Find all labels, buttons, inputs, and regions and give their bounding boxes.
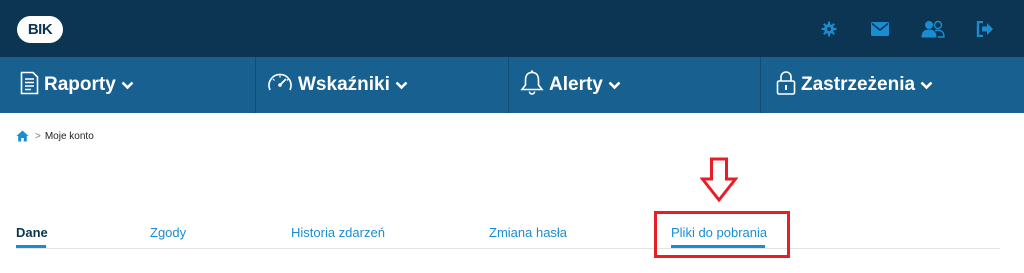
tab-historia-zdarzen[interactable]: Historia zdarzeń <box>291 225 385 248</box>
users-icon[interactable] <box>920 19 946 39</box>
nav-label: Zastrzeżenia <box>801 74 916 95</box>
home-icon[interactable] <box>16 130 29 142</box>
document-icon <box>20 71 39 100</box>
nav-divider <box>508 57 509 113</box>
breadcrumb-separator: > <box>35 130 41 142</box>
mail-icon[interactable] <box>870 19 890 39</box>
nav-item-wskazniki[interactable]: Wskaźniki <box>267 57 408 113</box>
annotation-arrow-down-icon <box>699 157 739 203</box>
annotation-highlight-box <box>654 211 790 258</box>
chevron-down-icon <box>395 81 408 90</box>
breadcrumb: > Moje konto <box>16 128 94 144</box>
chevron-down-icon <box>121 81 134 90</box>
tab-zmiana-hasla[interactable]: Zmiana hasła <box>489 225 567 248</box>
nav-item-raporty[interactable]: Raporty <box>20 57 134 113</box>
nav-label: Wskaźniki <box>298 74 390 95</box>
nav-label: Alerty <box>549 74 603 95</box>
account-tabs: Dane Zgody Historia zdarzeń Zmiana hasła… <box>16 225 1000 249</box>
gauge-icon <box>267 72 293 99</box>
logout-icon[interactable] <box>975 19 995 39</box>
nav-divider <box>255 57 256 113</box>
page: BIK Raporty Wskaźniki Alerty Zastrzeżeni… <box>0 0 1024 273</box>
nav-item-alerty[interactable]: Alerty <box>520 57 621 113</box>
nav-item-zastrzezenia[interactable]: Zastrzeżenia <box>776 57 933 113</box>
breadcrumb-current: Moje konto <box>44 130 94 142</box>
active-tab-indicator <box>16 245 46 248</box>
chevron-down-icon <box>608 81 621 90</box>
lock-icon <box>776 70 796 101</box>
gear-icon[interactable] <box>819 19 839 39</box>
nav-label: Raporty <box>44 74 116 95</box>
main-navigation: Raporty Wskaźniki Alerty Zastrzeżenia <box>0 57 1024 113</box>
nav-divider <box>760 57 761 113</box>
bell-icon <box>520 69 544 101</box>
tab-zgody[interactable]: Zgody <box>150 225 186 248</box>
bik-logo[interactable]: BIK <box>17 16 63 43</box>
top-header: BIK <box>0 0 1024 57</box>
chevron-down-icon <box>920 81 933 90</box>
